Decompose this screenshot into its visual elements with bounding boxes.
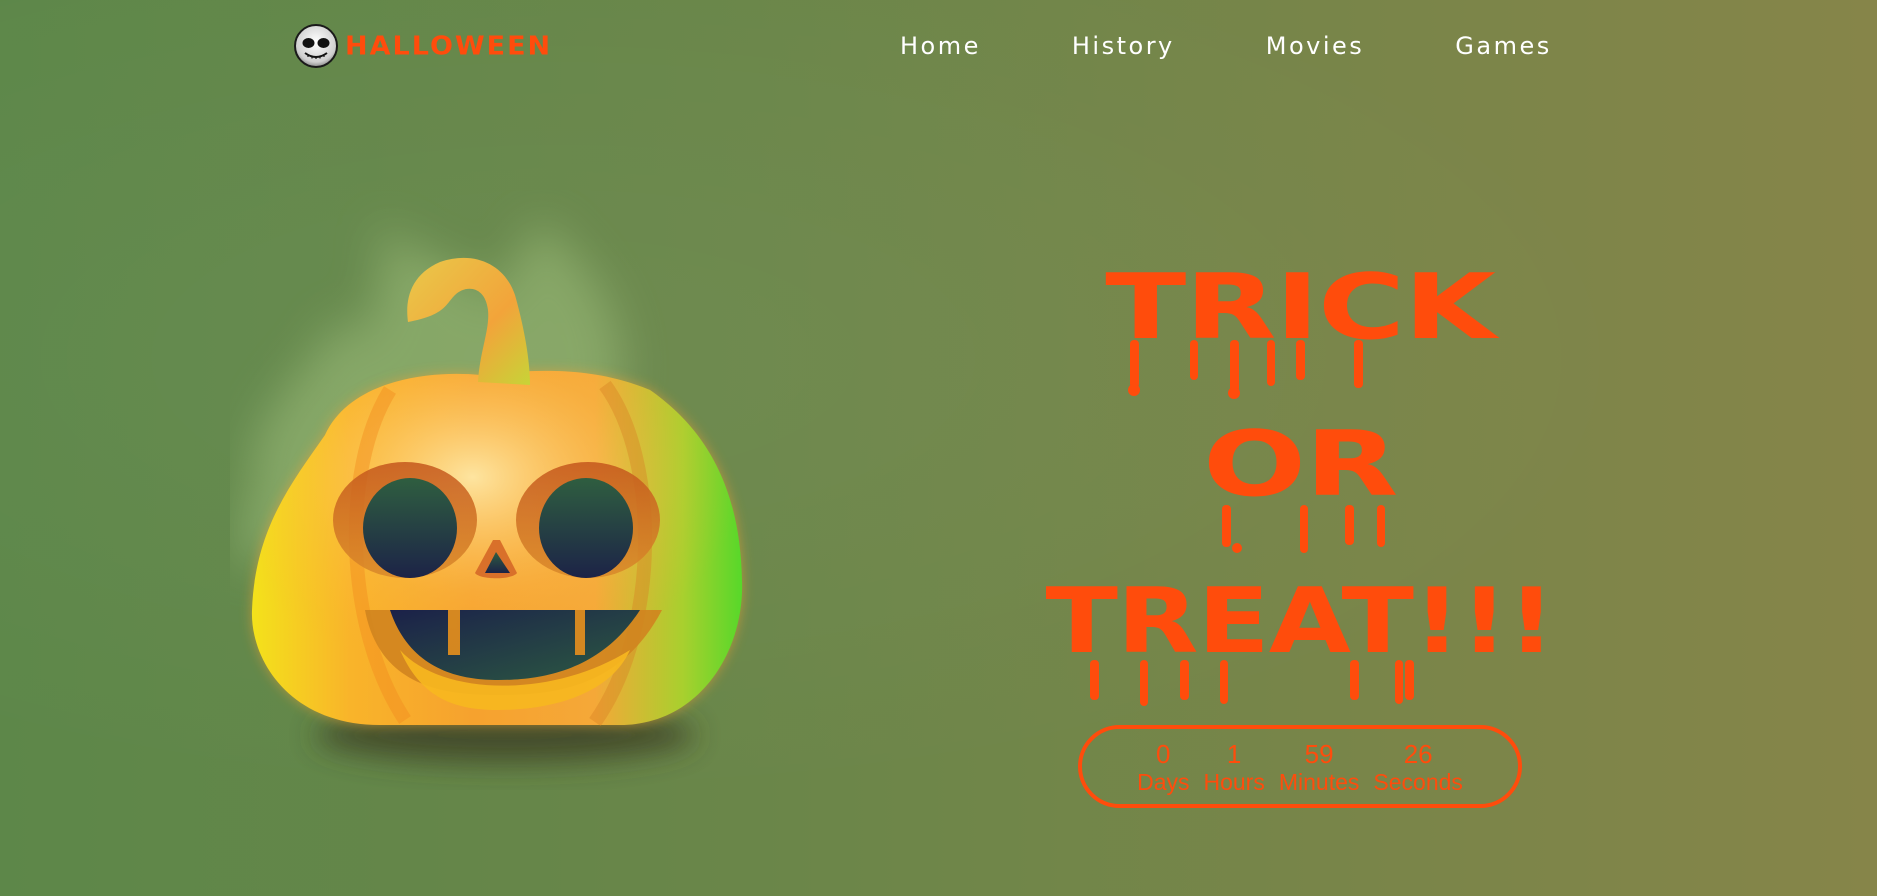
headline-or: OR <box>1202 412 1398 517</box>
pumpkin-illustration <box>230 190 770 790</box>
countdown-days: 0 Days <box>1137 739 1189 795</box>
main-nav: Home History Movies Games <box>860 28 1556 64</box>
logo-text: HALLOWEEN <box>345 31 553 61</box>
countdown-hours-label: Hours <box>1203 768 1265 795</box>
countdown-minutes: 59 Minutes <box>1279 739 1360 795</box>
countdown-timer: 0 Days 1 Hours 59 Minutes 26 Seconds <box>1078 725 1522 808</box>
countdown-days-value: 0 <box>1156 738 1171 769</box>
nav-home[interactable]: Home <box>896 30 985 62</box>
skull-icon <box>294 24 338 68</box>
countdown-minutes-label: Minutes <box>1278 768 1360 795</box>
jack-o-lantern-icon <box>238 220 743 763</box>
nav-history[interactable]: History <box>1068 30 1179 62</box>
nav-games[interactable]: Games <box>1451 30 1555 62</box>
countdown-seconds-label: Seconds <box>1373 768 1463 795</box>
countdown-minutes-value: 59 <box>1304 738 1334 769</box>
hero-headline: TRICK OR TREAT!!! <box>1000 258 1600 729</box>
site-logo[interactable]: HALLOWEEN <box>293 24 552 68</box>
countdown-days-label: Days <box>1137 768 1190 795</box>
countdown-hours-value: 1 <box>1226 738 1242 769</box>
nav-movies[interactable]: Movies <box>1262 30 1369 62</box>
countdown-seconds: 26 Seconds <box>1373 739 1463 795</box>
headline-treat: TREAT!!! <box>1045 569 1555 674</box>
countdown-seconds-value: 26 <box>1403 738 1433 769</box>
headline-trick: TRICK <box>1105 255 1496 360</box>
countdown-hours: 1 Hours <box>1203 739 1264 795</box>
